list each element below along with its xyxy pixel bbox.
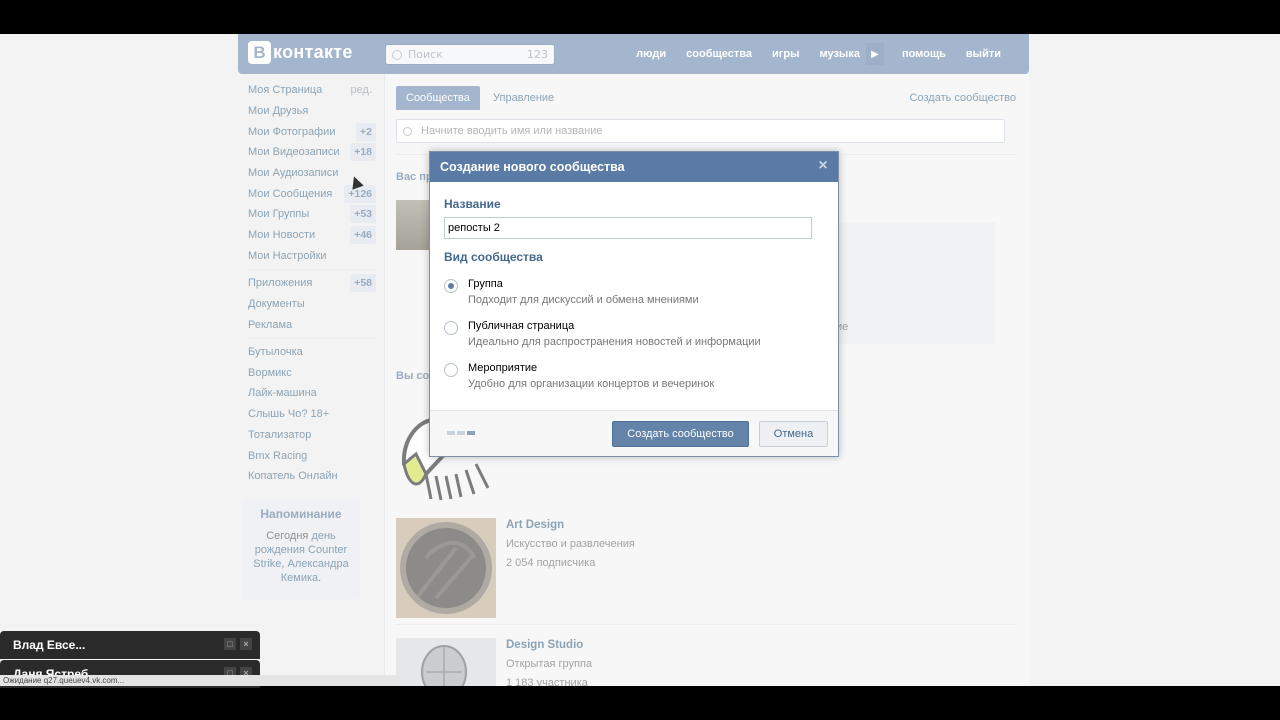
chat-name: Влад Евсе...: [13, 638, 86, 652]
close-icon[interactable]: ×: [816, 158, 830, 174]
progress-dot: [457, 431, 465, 435]
create-community-dialog: Создание нового сообщества × Название ре…: [429, 151, 839, 457]
progress-dot: [467, 431, 475, 435]
community-name-field[interactable]: репосты 2: [444, 217, 812, 239]
name-label: Название: [444, 197, 501, 211]
radio-group[interactable]: [444, 279, 458, 293]
option-event[interactable]: Мероприятие Удобно для организации конце…: [444, 362, 824, 398]
create-community-button[interactable]: Создать сообщество: [612, 421, 749, 447]
radio-event[interactable]: [444, 363, 458, 377]
option-desc: Удобно для организации концертов и вечер…: [468, 378, 715, 390]
option-public-page[interactable]: Публичная страница Идеально для распрост…: [444, 320, 824, 356]
option-desc: Идеально для распространения новостей и …: [468, 336, 761, 348]
option-group[interactable]: Группа Подходит для дискуссий и обмена м…: [444, 278, 824, 314]
option-desc: Подходит для дискуссий и обмена мнениями: [468, 294, 699, 306]
loading-indicator: [447, 431, 475, 435]
minimize-icon[interactable]: □: [224, 638, 236, 650]
browser-viewport: B контакте Поиск 123 люди сообщества игр…: [0, 34, 1280, 686]
cancel-button[interactable]: Отмена: [759, 421, 828, 447]
option-title: Мероприятие: [468, 362, 538, 374]
chat-controls: □ ×: [224, 638, 252, 650]
type-label: Вид сообщества: [444, 250, 543, 264]
radio-public-page[interactable]: [444, 321, 458, 335]
dialog-header: Создание нового сообщества ×: [430, 152, 838, 182]
progress-dot: [447, 431, 455, 435]
dialog-footer: Создать сообщество Отмена: [430, 410, 838, 456]
option-title: Группа: [468, 278, 503, 290]
community-name-value: репосты 2: [448, 222, 500, 234]
option-title: Публичная страница: [468, 320, 575, 332]
dialog-title: Создание нового сообщества: [440, 160, 625, 174]
chat-tab-1[interactable]: Влад Евсе... □ ×: [0, 631, 260, 659]
browser-status-bar: Ожидание q27.queuev4.vk.com...: [0, 675, 400, 686]
close-icon[interactable]: ×: [240, 638, 252, 650]
